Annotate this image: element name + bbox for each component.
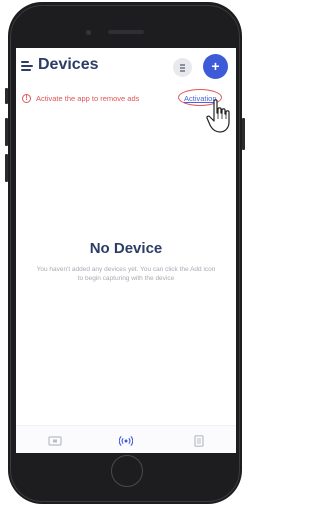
document-icon [194, 435, 204, 447]
nav-item-document[interactable] [192, 434, 206, 447]
banner-message: Activate the app to remove ads [36, 94, 140, 103]
phone-mute-switch [5, 88, 8, 104]
menu-icon[interactable] [21, 60, 33, 72]
front-camera [86, 30, 91, 35]
activation-banner: ! Activate the app to remove ads Activat… [16, 88, 236, 133]
empty-state-title: No Device [89, 240, 163, 257]
broadcast-icon [118, 436, 134, 446]
app-screen: Devices + ! Activate the app to remove a… [16, 48, 236, 453]
bottom-nav [16, 425, 236, 453]
page-title: Devices [38, 56, 99, 73]
add-device-button[interactable]: + [203, 54, 228, 79]
filter-button[interactable] [173, 58, 192, 77]
app-header: Devices + [16, 48, 236, 84]
hand-pointer-icon [206, 99, 230, 133]
nav-item-broadcast[interactable] [118, 434, 134, 446]
nav-item-screen[interactable] [48, 434, 62, 446]
phone-volume-down [5, 154, 8, 182]
phone-power-button [242, 118, 245, 150]
empty-state-message: You haven't added any devices yet. You c… [36, 266, 216, 282]
phone-volume-up [5, 118, 8, 146]
home-button[interactable] [111, 455, 143, 487]
earpiece-speaker [108, 30, 144, 34]
screen-icon [48, 436, 62, 446]
info-circle-icon: ! [22, 94, 31, 103]
plus-icon: + [211, 58, 220, 74]
